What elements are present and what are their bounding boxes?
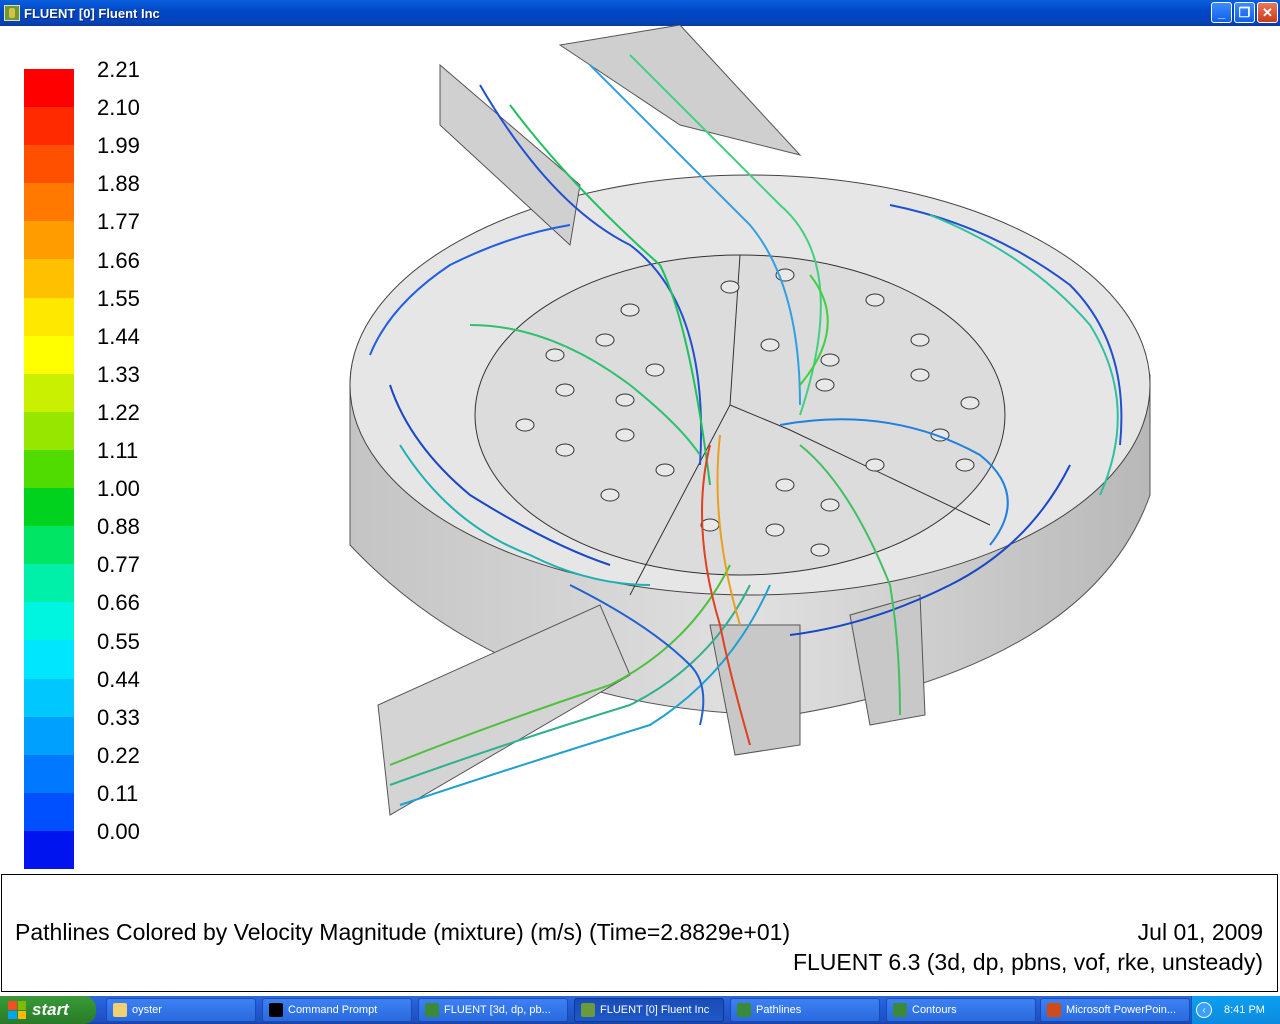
colormap-swatch: [24, 335, 74, 374]
colormap-tick-label: 1.77: [97, 209, 140, 235]
taskbar-task-7[interactable]: Microsoft PowerPoin...: [1040, 998, 1190, 1022]
graphics-viewport[interactable]: [330, 25, 1210, 855]
fluent-window-icon: [737, 1003, 751, 1017]
colormap-swatch: [24, 411, 74, 450]
command-prompt-icon: [269, 1003, 283, 1017]
taskbar: start oyster Command Prompt FLUENT [3d, dp…: [0, 996, 1280, 1024]
colormap-swatch: [24, 526, 74, 565]
colormap-tick-label: 0.11: [97, 780, 139, 806]
taskbar-task-label: oyster: [132, 1004, 162, 1016]
caption-date: Jul 01, 2009: [1137, 919, 1263, 945]
fluent-window-icon: [425, 1003, 439, 1017]
start-button[interactable]: start: [0, 996, 96, 1024]
taskbar-task-label: Contours: [912, 1004, 957, 1016]
colormap-swatch: [24, 716, 74, 755]
colormap-tick-label: 0.66: [97, 590, 140, 616]
fluent-app-icon[interactable]: [4, 5, 20, 21]
system-tray: ‹ 8:41 PM: [1191, 996, 1280, 1024]
fluent-app-icon: [581, 1003, 595, 1017]
start-label: start: [32, 1000, 69, 1019]
colormap-tick-label: 2.21: [97, 57, 140, 82]
folder-icon: [113, 1003, 127, 1017]
colormap-swatch: [24, 488, 74, 527]
colormap-swatch: [24, 145, 74, 184]
colormap-tick-label: 0.00: [97, 819, 140, 844]
colormap-swatch: [24, 564, 74, 603]
colormap-swatch: [24, 830, 74, 869]
taskbar-task-1[interactable]: oyster: [106, 998, 256, 1022]
colormap-swatch: [24, 297, 74, 336]
colormap-swatch: [24, 640, 74, 679]
colormap-swatch: [24, 754, 74, 793]
tray-expand-icon[interactable]: ‹: [1196, 1002, 1212, 1018]
colormap-tick-label: 1.44: [97, 323, 140, 349]
colormap-tick-label: 0.55: [97, 628, 140, 654]
taskbar-task-6[interactable]: Contours: [886, 998, 1036, 1022]
taskbar-task-label: FLUENT [0] Fluent Inc: [600, 1004, 710, 1016]
taskbar-task-label: Command Prompt: [288, 1004, 378, 1016]
colormap-swatch: [24, 183, 74, 222]
colormap-bar: [24, 69, 74, 869]
colormap-swatch: [24, 221, 74, 260]
colormap-tick-label: 1.22: [97, 399, 140, 425]
colormap-tick-label: 1.88: [97, 171, 140, 197]
clock: 8:41 PM: [1224, 1004, 1265, 1016]
colormap-tick-label: 1.99: [97, 133, 140, 159]
windows-flag-icon: [8, 1001, 26, 1019]
taskbar-task-2[interactable]: Command Prompt: [262, 998, 412, 1022]
colormap-swatch: [24, 449, 74, 489]
title-bar: FLUENT [0] Fluent Inc _ ❐ ✕: [0, 0, 1280, 26]
colormap-swatch: [24, 259, 74, 298]
colormap-tick-label: 1.33: [97, 361, 140, 387]
taskbar-task-label: Microsoft PowerPoin...: [1066, 1004, 1177, 1016]
colormap-swatch: [24, 602, 74, 641]
colormap-tick-label: 1.00: [97, 476, 140, 502]
colormap-tick-label: 1.66: [97, 247, 140, 273]
plot-caption: Pathlines Colored by Velocity Magnitude …: [1, 874, 1278, 992]
minimize-button[interactable]: _: [1211, 2, 1232, 23]
maximize-button[interactable]: ❐: [1234, 2, 1255, 23]
window-title: FLUENT [0] Fluent Inc: [24, 5, 160, 21]
taskbar-task-3[interactable]: FLUENT [3d, dp, pb...: [418, 998, 568, 1022]
colormap-tick-label: 0.77: [97, 552, 140, 578]
caption-description: Pathlines Colored by Velocity Magnitude …: [15, 919, 791, 945]
colormap-tick-label: 1.11: [97, 438, 139, 463]
taskbar-task-label: FLUENT [3d, dp, pb...: [444, 1004, 551, 1016]
colormap-swatch: [24, 373, 74, 412]
fluent-window-icon: [893, 1003, 907, 1017]
colormap-tick-label: 0.44: [97, 666, 140, 692]
close-button[interactable]: ✕: [1257, 2, 1278, 23]
taskbar-task-4[interactable]: FLUENT [0] Fluent Inc: [574, 998, 724, 1022]
colormap-tick-label: 0.33: [97, 704, 140, 730]
colormap-swatch: [24, 107, 74, 146]
powerpoint-icon: [1047, 1003, 1061, 1017]
colormap-swatch: [24, 792, 74, 831]
colormap-swatch: [24, 69, 74, 108]
colormap-tick-label: 1.55: [97, 285, 140, 311]
taskbar-task-5[interactable]: Pathlines: [730, 998, 880, 1022]
colormap-tick-label: 2.10: [97, 95, 140, 121]
colormap-swatch: [24, 678, 74, 717]
taskbar-task-label: Pathlines: [756, 1004, 802, 1016]
colormap-tick-label: 0.88: [97, 514, 140, 540]
colormap-tick-label: 0.22: [97, 742, 140, 768]
caption-solver-info: FLUENT 6.3 (3d, dp, pbns, vof, rke, unst…: [792, 949, 1263, 975]
